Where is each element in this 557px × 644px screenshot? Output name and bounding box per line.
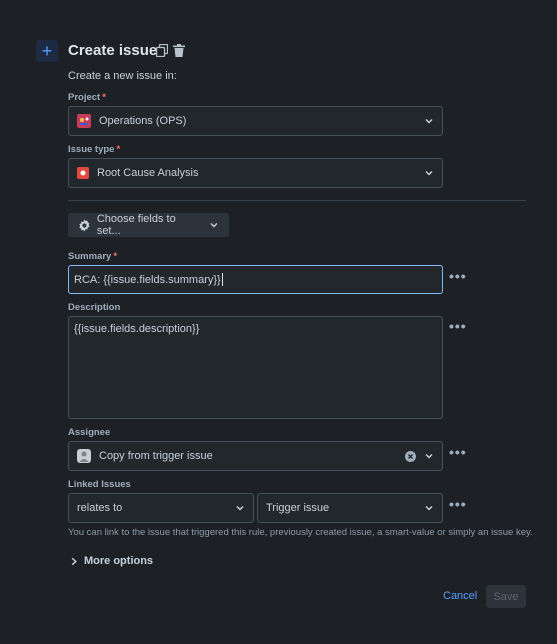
description-more-icon[interactable]: ••• xyxy=(449,318,467,334)
required-mark: * xyxy=(116,144,121,155)
chevron-down-icon xyxy=(425,453,433,459)
link-target-select[interactable]: Trigger issue xyxy=(257,493,443,523)
description-label: Description xyxy=(68,302,121,313)
chevron-down-icon xyxy=(425,505,433,511)
save-button[interactable]: Save xyxy=(486,585,526,608)
copy-icon[interactable] xyxy=(155,43,169,60)
choose-fields-button[interactable]: Choose fields to set... xyxy=(68,213,229,237)
chevron-down-icon xyxy=(425,170,433,176)
clear-icon[interactable] xyxy=(405,450,416,462)
text-cursor xyxy=(221,273,223,286)
page-title: Create issue xyxy=(68,42,158,59)
subtitle: Create a new issue in: xyxy=(68,70,177,82)
project-avatar-icon xyxy=(77,114,91,128)
divider xyxy=(68,200,526,201)
issue-type-select[interactable]: Root Cause Analysis xyxy=(68,158,443,188)
chevron-down-icon xyxy=(425,118,433,124)
assignee-more-icon[interactable]: ••• xyxy=(449,444,467,460)
plus-icon: + xyxy=(36,40,58,62)
description-input[interactable]: {{issue.fields.description}} xyxy=(68,316,443,419)
required-mark: * xyxy=(113,251,118,262)
chevron-down-icon xyxy=(210,222,218,228)
linked-issues-hint: You can link to the issue that triggered… xyxy=(68,527,533,538)
chevron-down-icon xyxy=(236,505,244,511)
project-label: Project * xyxy=(68,92,106,103)
more-options-toggle[interactable]: More options xyxy=(70,555,153,567)
issue-type-label: Issue type * xyxy=(68,144,121,155)
linked-issues-label: Linked Issues xyxy=(68,479,131,490)
linked-issues-more-icon[interactable]: ••• xyxy=(449,496,467,512)
assignee-select[interactable]: Copy from trigger issue xyxy=(68,441,443,471)
summary-label: Summary * xyxy=(68,251,118,262)
summary-input[interactable]: RCA: {{issue.fields.summary}} xyxy=(68,265,443,294)
summary-more-icon[interactable]: ••• xyxy=(449,268,467,284)
project-select[interactable]: Operations (OPS) xyxy=(68,106,443,136)
chevron-right-icon xyxy=(71,557,77,565)
cancel-button[interactable]: Cancel xyxy=(443,590,477,602)
assignee-label: Assignee xyxy=(68,427,111,438)
gear-icon xyxy=(79,218,90,232)
user-avatar-icon xyxy=(77,449,91,463)
issue-type-icon xyxy=(77,167,89,179)
link-relation-select[interactable]: relates to xyxy=(68,493,254,523)
trash-icon[interactable] xyxy=(173,44,185,60)
title-actions xyxy=(155,43,185,60)
required-mark: * xyxy=(102,92,106,103)
